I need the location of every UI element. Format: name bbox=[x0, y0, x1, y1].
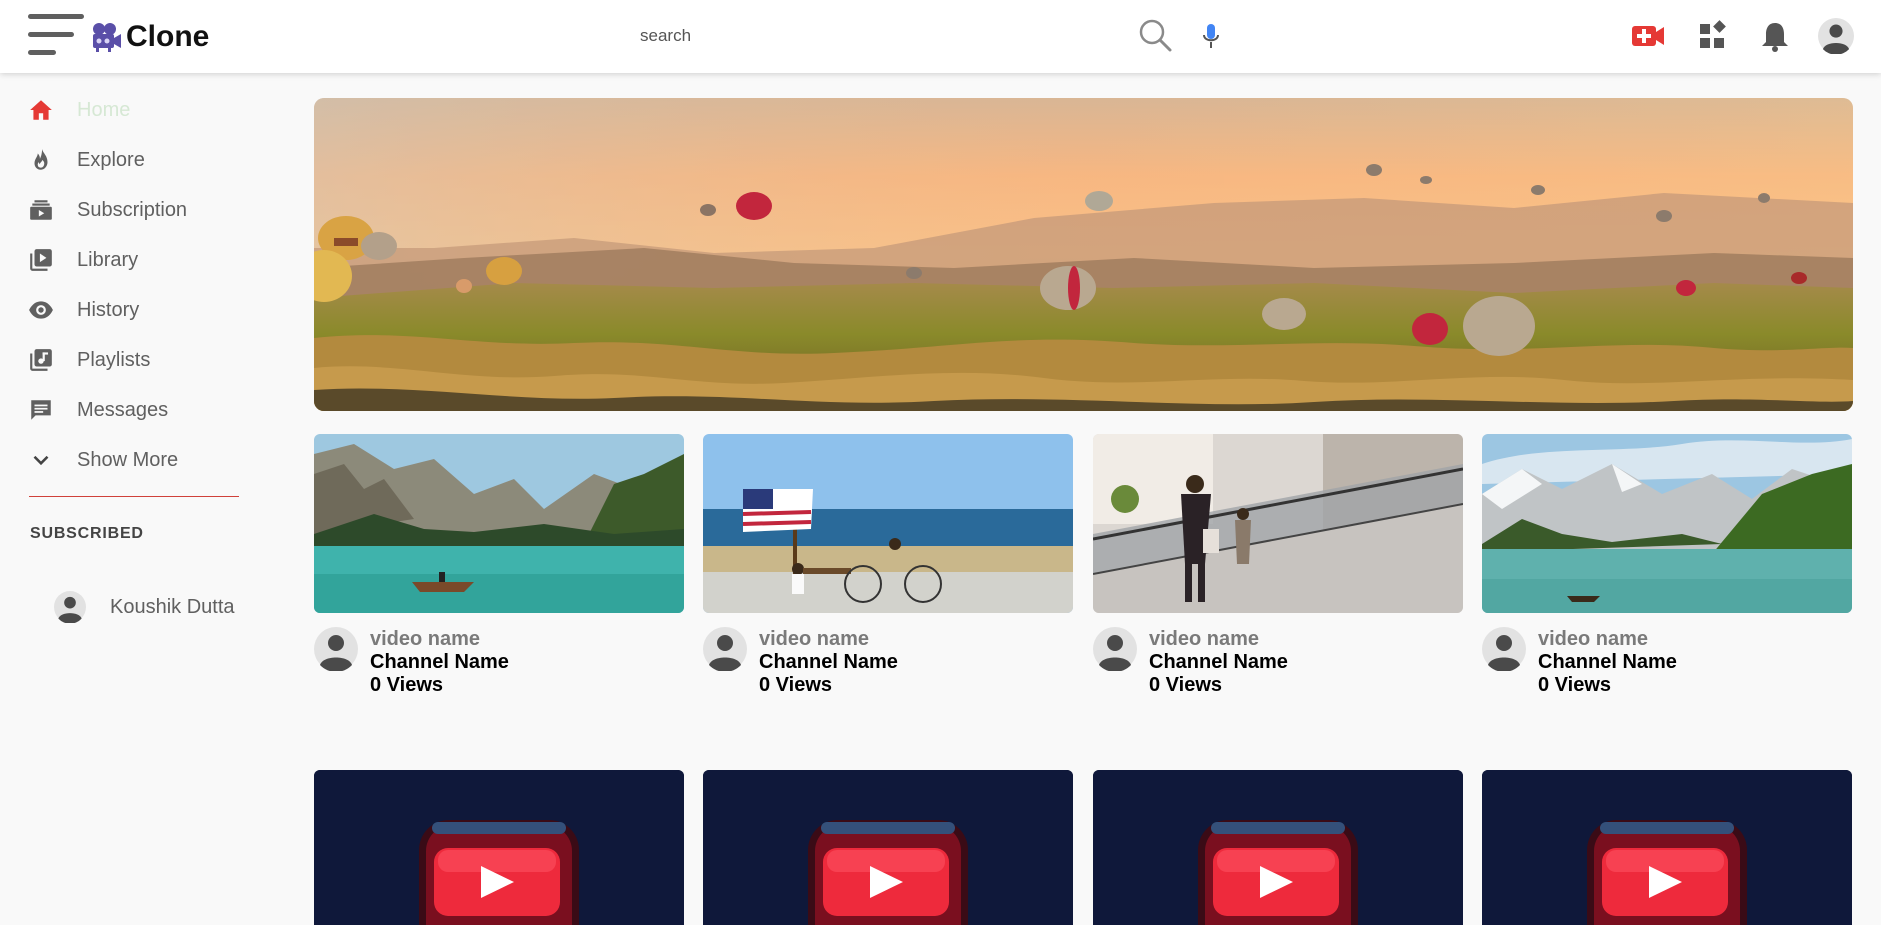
view-count: 0 Views bbox=[370, 674, 444, 696]
video-title[interactable]: video name bbox=[1538, 628, 1648, 651]
sidebar-item-label: Playlists bbox=[77, 348, 151, 371]
sidebar-divider bbox=[29, 496, 239, 497]
logo[interactable]: Clone bbox=[90, 20, 209, 54]
video-card: video name Channel Name 0 Views bbox=[314, 434, 684, 696]
video-card: video name Channel Name 0 Views bbox=[1482, 434, 1852, 696]
channel-avatar[interactable] bbox=[703, 627, 747, 671]
chevron-down-icon bbox=[33, 455, 49, 466]
channel-name[interactable]: Channel Name bbox=[759, 651, 898, 674]
playlist-icon bbox=[30, 349, 52, 371]
play-logo-thumbnail[interactable] bbox=[1482, 770, 1852, 925]
channel-avatar[interactable] bbox=[1093, 627, 1137, 671]
menu-icon[interactable] bbox=[28, 14, 84, 56]
video-thumbnail[interactable] bbox=[314, 434, 684, 613]
microphone-icon[interactable] bbox=[1200, 22, 1222, 50]
placeholder-video-card bbox=[1093, 770, 1463, 925]
home-icon bbox=[30, 100, 52, 120]
library-icon bbox=[30, 249, 52, 271]
video-thumbnail[interactable] bbox=[703, 434, 1073, 613]
placeholder-video-card bbox=[314, 770, 684, 925]
sidebar-item-label: Show More bbox=[77, 448, 179, 471]
placeholder-video-card bbox=[1482, 770, 1852, 925]
view-count: 0 Views bbox=[759, 674, 833, 696]
channel-avatar bbox=[54, 591, 86, 623]
search-input[interactable] bbox=[632, 19, 1132, 53]
sidebar-item-label: Subscription bbox=[77, 198, 188, 221]
play-logo-thumbnail[interactable] bbox=[1093, 770, 1463, 925]
bell-icon[interactable] bbox=[1757, 18, 1793, 54]
video-thumbnail[interactable] bbox=[1093, 434, 1463, 613]
video-card: video name Channel Name 0 Views bbox=[1093, 434, 1463, 696]
sidebar-item-label: Messages bbox=[77, 398, 169, 421]
video-title[interactable]: video name bbox=[759, 628, 869, 651]
sidebar: Home Explore Subscription Library Histor… bbox=[0, 73, 260, 925]
video-title[interactable]: video name bbox=[1149, 628, 1259, 651]
subscription-name: Koushik Dutta bbox=[110, 595, 235, 618]
eye-icon bbox=[29, 301, 53, 319]
flame-icon bbox=[34, 149, 48, 170]
account-avatar[interactable] bbox=[1818, 18, 1854, 54]
apps-icon[interactable] bbox=[1694, 18, 1730, 54]
video-card: video name Channel Name 0 Views bbox=[703, 434, 1073, 696]
view-count: 0 Views bbox=[1538, 674, 1612, 696]
subscription-item[interactable]: Koushik Dutta bbox=[54, 591, 235, 623]
sidebar-item-subscription[interactable]: Subscription bbox=[28, 190, 248, 230]
channel-avatar[interactable] bbox=[1482, 627, 1526, 671]
channel-name[interactable]: Channel Name bbox=[1538, 651, 1677, 674]
sidebar-item-label: History bbox=[77, 298, 140, 321]
logo-text: Clone bbox=[126, 20, 210, 53]
play-logo-thumbnail[interactable] bbox=[314, 770, 684, 925]
play-logo-thumbnail[interactable] bbox=[703, 770, 1073, 925]
sidebar-item-library[interactable]: Library bbox=[28, 240, 248, 280]
video-title[interactable]: video name bbox=[370, 628, 480, 651]
placeholder-video-card bbox=[703, 770, 1073, 925]
chat-icon bbox=[31, 400, 51, 420]
sidebar-item-playlists[interactable]: Playlists bbox=[28, 340, 248, 380]
sidebar-item-label: Library bbox=[77, 248, 139, 271]
channel-name[interactable]: Channel Name bbox=[1149, 651, 1288, 674]
sidebar-item-home[interactable]: Home bbox=[28, 90, 248, 130]
subscribed-heading: SUBSCRIBED bbox=[30, 525, 144, 542]
sidebar-item-history[interactable]: History bbox=[28, 290, 248, 330]
hero-banner[interactable] bbox=[314, 98, 1853, 411]
create-video-icon[interactable] bbox=[1630, 18, 1666, 54]
sidebar-item-explore[interactable]: Explore bbox=[28, 140, 248, 180]
camera-logo-icon bbox=[93, 23, 121, 52]
subscriptions-icon bbox=[30, 200, 52, 220]
sidebar-item-label: Explore bbox=[77, 148, 145, 171]
view-count: 0 Views bbox=[1149, 674, 1223, 696]
sidebar-item-show-more[interactable]: Show More bbox=[28, 440, 248, 480]
search-icon[interactable] bbox=[1137, 17, 1173, 53]
channel-name[interactable]: Channel Name bbox=[370, 651, 509, 674]
channel-avatar[interactable] bbox=[314, 627, 358, 671]
sidebar-item-messages[interactable]: Messages bbox=[28, 390, 248, 430]
video-thumbnail[interactable] bbox=[1482, 434, 1852, 613]
sidebar-item-label: Home bbox=[77, 98, 131, 121]
top-bar: Clone bbox=[0, 0, 1881, 73]
